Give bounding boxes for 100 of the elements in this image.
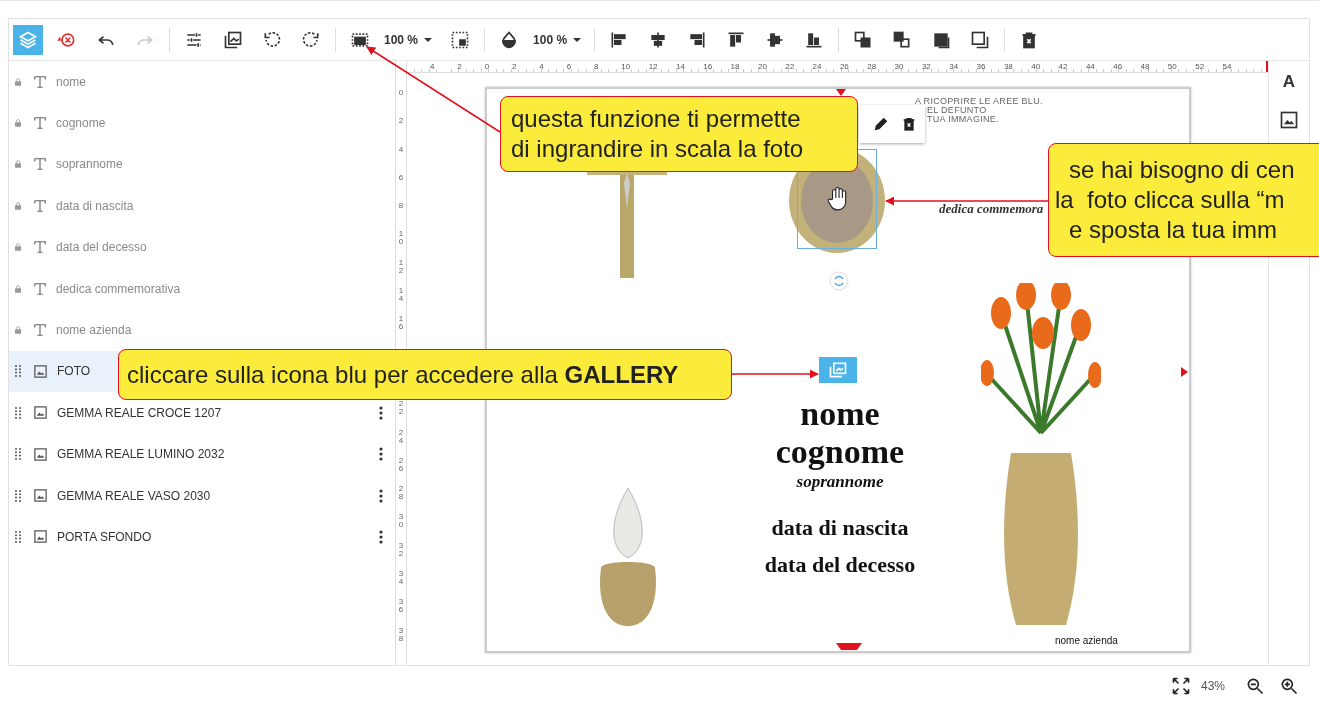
- birth-date-text[interactable]: data di nascita: [690, 509, 990, 546]
- ruler-label: 46: [1113, 61, 1124, 72]
- ruler-label: 22: [785, 61, 796, 72]
- ruler-label: 18: [730, 61, 741, 72]
- company-name-text[interactable]: nome azienda: [1055, 635, 1118, 646]
- layer-name: data del decesso: [56, 240, 147, 255]
- instruction-text: A RICOPRIRE LE AREE BLU. EL DEFUNTO TUA IMMAGINE.: [915, 97, 1043, 124]
- layer-item[interactable]: dedica commemorativa: [9, 267, 395, 310]
- ruler-label: 30: [398, 513, 404, 532]
- death-date-text[interactable]: data del decesso: [690, 546, 990, 583]
- ruler-label: 36: [976, 61, 987, 72]
- ruler-label: 2: [512, 61, 518, 72]
- layer-name: nome azienda: [56, 323, 132, 338]
- ruler-label: 26: [839, 61, 850, 72]
- ruler-label: 2: [398, 117, 404, 128]
- ruler-label: 34: [398, 570, 404, 589]
- ruler-label: 54: [1222, 61, 1233, 72]
- ruler-label: 12: [648, 61, 659, 72]
- ruler-label: 32: [398, 541, 404, 560]
- ruler-label: 20: [757, 61, 768, 72]
- ruler-label: 16: [703, 61, 714, 72]
- image-icon: [1279, 110, 1299, 130]
- layer-name: dedica commemorativa: [56, 281, 181, 296]
- delete-icon: [901, 116, 917, 132]
- bring-forward-icon: [853, 29, 874, 50]
- rotate-handle-icon[interactable]: [829, 271, 849, 291]
- drag-handle-icon[interactable]: [15, 365, 21, 378]
- zoom-level: 43%: [1200, 679, 1225, 693]
- ruler-label: 4: [430, 61, 436, 72]
- drag-handle-icon[interactable]: [15, 448, 21, 461]
- ruler-label: 44: [1085, 61, 1096, 72]
- add-text-button[interactable]: A: [1277, 69, 1301, 95]
- text-layer-icon: [33, 198, 47, 213]
- send-backward-icon: [892, 29, 913, 50]
- edit-button[interactable]: [873, 116, 889, 132]
- annotation-tooltip: se hai bisogno di cen la foto clicca sulla “m e sposta la tua imm: [1048, 143, 1319, 257]
- image-icon: [33, 405, 48, 421]
- ruler-label: 4: [539, 61, 545, 72]
- more-menu-icon[interactable]: [379, 405, 383, 420]
- more-menu-icon[interactable]: [379, 447, 383, 462]
- layer-item[interactable]: nome azienda: [9, 309, 395, 351]
- caret-icon: [424, 37, 433, 42]
- ruler-label: 50: [1167, 61, 1178, 72]
- ruler-label: 8: [593, 61, 600, 72]
- ruler-label: 52: [1195, 61, 1206, 72]
- layer-item[interactable]: cognome: [9, 102, 395, 144]
- ruler-label: 28: [398, 485, 404, 504]
- drag-handle-icon[interactable]: [15, 489, 21, 502]
- resize-marker-icon[interactable]: [1181, 367, 1188, 377]
- layer-name: soprannome: [56, 157, 123, 172]
- selection-icon: [450, 29, 471, 50]
- layer-item[interactable]: GEMMA REALE VASO 2030: [9, 474, 395, 517]
- layers-icon: [18, 29, 38, 50]
- rotate-left-icon: [262, 29, 282, 50]
- image-icon: [33, 529, 48, 545]
- layer-item[interactable]: PORTA SFONDO: [9, 516, 395, 558]
- ruler-label: 38: [1003, 61, 1014, 72]
- gallery-icon: [828, 360, 848, 380]
- ruler-label: 32: [921, 61, 932, 72]
- dedication-text[interactable]: dedica commemora: [939, 201, 1044, 217]
- ruler-label: 34: [949, 61, 960, 72]
- ruler-label: 0: [484, 61, 491, 72]
- layer-item[interactable]: data del decesso: [9, 226, 395, 268]
- ruler-label: 24: [812, 61, 823, 72]
- surname-text[interactable]: cognome: [690, 433, 990, 471]
- delete-button[interactable]: [901, 116, 917, 132]
- image-icon: [33, 363, 48, 379]
- layer-item[interactable]: nome: [9, 61, 395, 103]
- opacity-dropdown[interactable]: 100 %: [533, 32, 586, 47]
- layer-name: GEMMA REALE LUMINO 2032: [57, 447, 225, 462]
- layer-item[interactable]: soprannome: [9, 143, 395, 186]
- caret-icon: [573, 37, 582, 42]
- layer-name: nome: [56, 74, 87, 89]
- text-layer-icon: [33, 281, 47, 296]
- ruler-label: 14: [398, 287, 404, 306]
- ruler-label: 36: [398, 598, 404, 617]
- layer-item[interactable]: GEMMA REALE LUMINO 2032: [9, 433, 395, 475]
- ruler-label: 6: [398, 173, 404, 184]
- tulip-vase-drawing[interactable]: [981, 283, 1101, 628]
- ruler-label: 24: [398, 428, 404, 447]
- ruler-marker: [1266, 61, 1268, 72]
- drag-handle-icon[interactable]: [15, 406, 21, 419]
- annotation-tooltip: questa funzione ti permette di ingrandire in scala la foto: [500, 96, 858, 172]
- more-menu-icon[interactable]: [379, 530, 383, 544]
- ruler-label: 48: [1140, 61, 1151, 72]
- ruler-label: 14: [675, 61, 686, 72]
- more-menu-icon[interactable]: [379, 488, 383, 503]
- drag-handle-icon[interactable]: [15, 531, 21, 543]
- ruler-label: 4: [398, 145, 404, 156]
- ruler-label: 0: [398, 89, 404, 99]
- zoom-out-icon: [1245, 676, 1265, 696]
- layer-item[interactable]: data di nascita: [9, 185, 395, 227]
- rotate-right-icon: [301, 29, 321, 50]
- nickname-text[interactable]: soprannome: [690, 471, 990, 493]
- ruler-label: 2: [457, 61, 463, 72]
- scale-dropdown[interactable]: 100 %: [384, 32, 437, 47]
- ruler-label: 10: [621, 61, 632, 72]
- ruler-label: 22: [398, 400, 404, 419]
- image-icon: [33, 488, 48, 504]
- ruler-label: 38: [398, 626, 404, 645]
